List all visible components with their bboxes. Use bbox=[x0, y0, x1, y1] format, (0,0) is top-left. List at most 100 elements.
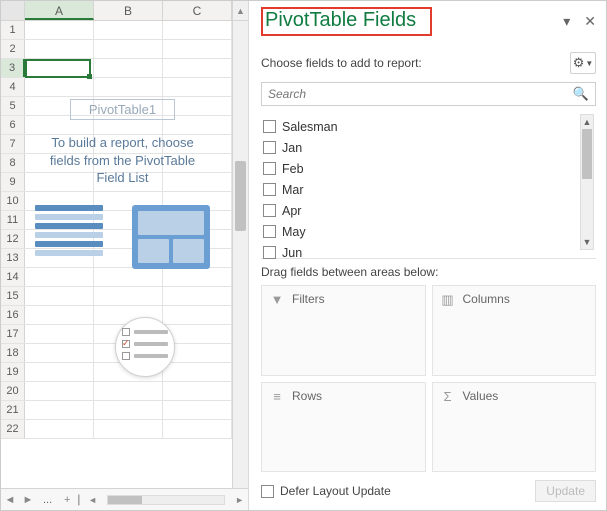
cell[interactable] bbox=[163, 401, 232, 419]
row-header[interactable]: 4 bbox=[1, 78, 25, 96]
pane-close-icon[interactable]: ✕ bbox=[584, 13, 596, 30]
cell[interactable] bbox=[163, 287, 232, 305]
cell[interactable] bbox=[25, 21, 94, 39]
search-input[interactable] bbox=[268, 87, 573, 101]
vscroll-up-icon[interactable]: ▲ bbox=[232, 1, 248, 20]
tab-splitter[interactable]: ∣ bbox=[76, 493, 84, 506]
field-checkbox[interactable] bbox=[263, 204, 276, 217]
row-header[interactable]: 21 bbox=[1, 401, 25, 419]
defer-layout-checkbox[interactable]: Defer Layout Update bbox=[261, 484, 391, 498]
cell[interactable] bbox=[25, 344, 94, 362]
grid-row: 15 bbox=[1, 287, 232, 306]
row-header[interactable]: 14 bbox=[1, 268, 25, 286]
row-header[interactable]: 10 bbox=[1, 192, 25, 210]
row-header[interactable]: 22 bbox=[1, 420, 25, 438]
add-sheet-button[interactable]: + bbox=[58, 494, 76, 506]
row-header[interactable]: 8 bbox=[1, 154, 25, 172]
cell[interactable] bbox=[163, 363, 232, 381]
cell[interactable] bbox=[163, 268, 232, 286]
column-header[interactable]: A bbox=[25, 1, 94, 20]
cell[interactable] bbox=[94, 420, 163, 438]
row-header[interactable]: 13 bbox=[1, 249, 25, 267]
search-icon: 🔍 bbox=[573, 86, 589, 102]
tab-next-icon[interactable]: ► bbox=[19, 494, 37, 506]
hscroll-left-icon[interactable]: ◄ bbox=[88, 495, 97, 505]
tab-prev-icon[interactable]: ◄ bbox=[1, 494, 19, 506]
cell[interactable] bbox=[25, 78, 94, 96]
field-checkbox[interactable] bbox=[263, 183, 276, 196]
row-header[interactable]: 7 bbox=[1, 135, 25, 153]
field-checkbox[interactable] bbox=[263, 141, 276, 154]
cell[interactable] bbox=[25, 40, 94, 58]
hscroll-right-icon[interactable]: ► bbox=[235, 495, 244, 505]
row-header[interactable]: 3 bbox=[1, 59, 25, 77]
row-header[interactable]: 17 bbox=[1, 325, 25, 343]
scroll-up-icon[interactable]: ▲ bbox=[581, 115, 593, 129]
cell[interactable] bbox=[94, 382, 163, 400]
select-all-corner[interactable] bbox=[1, 1, 25, 20]
cell[interactable] bbox=[94, 59, 163, 77]
row-header[interactable]: 11 bbox=[1, 211, 25, 229]
cell[interactable] bbox=[94, 21, 163, 39]
cell[interactable] bbox=[25, 325, 94, 343]
row-header[interactable]: 15 bbox=[1, 287, 25, 305]
cell[interactable] bbox=[25, 420, 94, 438]
column-header[interactable]: B bbox=[94, 1, 163, 20]
field-checkbox[interactable] bbox=[263, 162, 276, 175]
area-values[interactable]: ΣValues bbox=[432, 382, 597, 473]
fields-scrollbar[interactable]: ▲ ▼ bbox=[580, 114, 594, 250]
cell[interactable] bbox=[163, 21, 232, 39]
cell[interactable] bbox=[94, 40, 163, 58]
field-item[interactable]: Salesman bbox=[261, 116, 580, 137]
cell[interactable] bbox=[25, 382, 94, 400]
scroll-down-icon[interactable]: ▼ bbox=[581, 235, 593, 249]
cell[interactable] bbox=[25, 306, 94, 324]
row-header[interactable]: 5 bbox=[1, 97, 25, 115]
row-header[interactable]: 2 bbox=[1, 40, 25, 58]
cell[interactable] bbox=[25, 287, 94, 305]
cell[interactable] bbox=[25, 363, 94, 381]
field-item[interactable]: May bbox=[261, 221, 580, 242]
field-item[interactable]: Mar bbox=[261, 179, 580, 200]
area-filters[interactable]: ▼Filters bbox=[261, 285, 426, 376]
vertical-scrollbar[interactable] bbox=[232, 21, 248, 488]
fields-layout-button[interactable]: ⚙▼ bbox=[570, 52, 596, 74]
row-header[interactable]: 6 bbox=[1, 116, 25, 134]
cell[interactable] bbox=[163, 382, 232, 400]
field-checkbox[interactable] bbox=[263, 246, 276, 259]
field-checkbox[interactable] bbox=[263, 225, 276, 238]
field-item[interactable]: Jan bbox=[261, 137, 580, 158]
pane-menu-icon[interactable]: ▾ bbox=[563, 13, 570, 30]
tab-overflow[interactable]: ... bbox=[37, 494, 58, 506]
row-header[interactable]: 9 bbox=[1, 173, 25, 191]
field-item[interactable]: Feb bbox=[261, 158, 580, 179]
horizontal-scrollbar[interactable]: ◄ ► bbox=[84, 495, 248, 505]
field-item[interactable]: Apr bbox=[261, 200, 580, 221]
row-header[interactable]: 20 bbox=[1, 382, 25, 400]
cell[interactable] bbox=[163, 420, 232, 438]
cell[interactable] bbox=[163, 40, 232, 58]
cell[interactable] bbox=[94, 287, 163, 305]
column-header[interactable]: C bbox=[163, 1, 232, 20]
cell[interactable] bbox=[94, 401, 163, 419]
fields-search[interactable]: 🔍 bbox=[261, 82, 596, 106]
active-cell[interactable] bbox=[25, 59, 91, 78]
field-checkbox[interactable] bbox=[263, 120, 276, 133]
row-header[interactable]: 19 bbox=[1, 363, 25, 381]
row-header[interactable]: 18 bbox=[1, 344, 25, 362]
row-header[interactable]: 12 bbox=[1, 230, 25, 248]
cell[interactable] bbox=[94, 78, 163, 96]
row-header[interactable]: 16 bbox=[1, 306, 25, 324]
cell[interactable] bbox=[163, 306, 232, 324]
cell[interactable] bbox=[25, 401, 94, 419]
cell[interactable] bbox=[25, 268, 94, 286]
cell[interactable] bbox=[163, 59, 232, 77]
area-columns[interactable]: ▥Columns bbox=[432, 285, 597, 376]
row-header[interactable]: 1 bbox=[1, 21, 25, 39]
grid-body[interactable]: 12345678910111213141516171819202122 Pivo… bbox=[1, 21, 248, 488]
cell[interactable] bbox=[94, 268, 163, 286]
cell[interactable] bbox=[163, 78, 232, 96]
update-button[interactable]: Update bbox=[535, 480, 596, 502]
field-item[interactable]: Jun bbox=[261, 242, 580, 263]
area-rows[interactable]: ≡Rows bbox=[261, 382, 426, 473]
